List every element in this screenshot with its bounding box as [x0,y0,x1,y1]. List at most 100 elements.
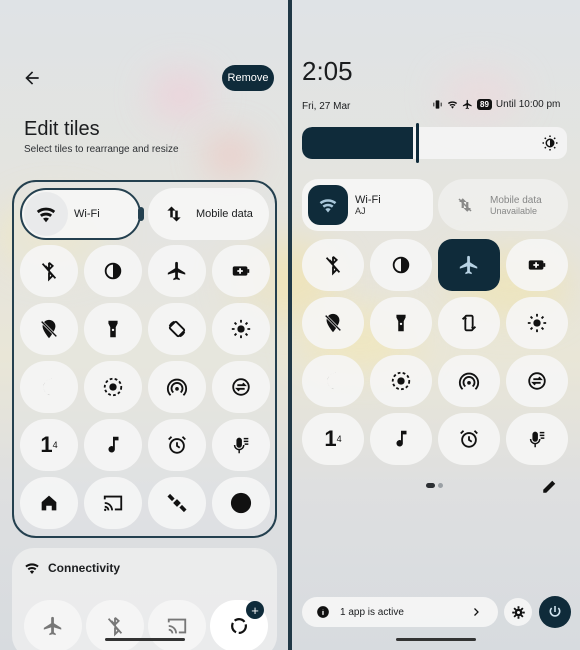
alarm-icon [168,436,186,454]
airplane-icon [43,616,62,636]
qs-hotspot[interactable] [438,355,500,407]
one-handed-sup: 4 [52,440,58,450]
wifi-label: Wi-Fi [74,208,100,220]
tile-auto-rotate[interactable] [148,303,206,355]
rotate-icon [461,314,477,332]
tile-mobile-data[interactable]: Mobile data [148,188,269,240]
tile-home[interactable] [20,477,78,529]
connectivity-header: Connectivity [24,560,120,576]
qs-screen-record[interactable] [370,355,432,407]
music-note-icon [396,430,407,447]
connectivity-label: Connectivity [48,561,121,575]
tile-now-playing[interactable] [84,419,142,471]
power-button[interactable] [539,596,571,628]
mobile-data-label: Mobile data [196,208,253,220]
gesture-bar [105,638,185,641]
qs-mobile-status: Unavailable [490,205,538,216]
qs-battery-saver[interactable] [506,239,568,291]
brightness-thumb[interactable] [416,123,419,163]
cast-icon [167,618,187,634]
avail-tile-airplane[interactable] [24,600,82,650]
qs-live-caption[interactable] [506,413,568,465]
flashlight-icon [396,314,406,332]
qs-wifi-label: Wi-Fi [355,194,381,206]
qs-data-saver[interactable] [506,355,568,407]
qs-airplane-active[interactable] [438,239,500,291]
qs-alarm[interactable] [438,413,500,465]
contrast-icon [104,262,122,280]
edit-pencil-icon[interactable] [541,477,559,495]
qs-mobile-data-tile[interactable]: Mobile data Unavailable [438,179,568,231]
tile-bedtime[interactable] [20,361,78,413]
airplane-icon [459,255,478,275]
data-saver-icon [232,378,250,396]
qs-dark-theme[interactable] [370,239,432,291]
mic-caption-icon [529,431,545,448]
avail-tile-cast[interactable] [148,600,206,650]
active-apps-chip[interactable]: 1 app is active [302,597,498,627]
auto-brightness-icon[interactable] [541,134,559,152]
tile-data-saver[interactable] [212,361,270,413]
wifi-small-icon [25,563,39,574]
moon-icon [43,378,52,396]
wifi-icon-box [308,185,348,225]
hotspot-icon [458,372,480,390]
tile-battery-saver[interactable] [212,245,270,297]
cast-icon [103,495,123,512]
tile-live-caption[interactable] [212,419,270,471]
tile-hotspot[interactable] [148,361,206,413]
tile-flashlight[interactable] [84,303,142,355]
mobile-data-off-icon [458,198,472,212]
tile-one-handed[interactable]: 1 4 [20,419,78,471]
info-icon [317,606,329,618]
tile-brightness[interactable] [212,303,270,355]
status-icons: 89 Until 10:00 pm [432,99,560,110]
avail-tile-bluetooth[interactable] [86,600,144,650]
settings-button[interactable] [504,598,532,626]
resize-handle[interactable] [138,207,144,221]
qs-now-playing[interactable] [370,413,432,465]
qs-bedtime[interactable] [302,355,364,407]
music-note-icon [108,436,119,453]
tile-airplane[interactable] [148,245,206,297]
quick-settings-panel: 2:05 Fri, 27 Mar 89 Until 10:00 pm Wi-Fi… [292,0,580,650]
tile-cast[interactable] [84,477,142,529]
data-saver-icon [528,372,546,390]
tile-bluetooth[interactable] [20,245,78,297]
location-off-icon [324,313,342,333]
qs-mobile-label: Mobile data [490,194,542,206]
qs-brightness[interactable] [506,297,568,349]
qs-auto-rotate[interactable] [438,297,500,349]
brightness-slider[interactable] [302,127,567,159]
remove-button[interactable]: Remove [222,65,274,91]
add-tile-badge[interactable]: + [246,601,264,619]
tile-record[interactable] [212,477,270,529]
brightness-icon [231,319,251,339]
qs-bluetooth[interactable] [302,239,364,291]
flashlight-icon [108,320,118,338]
tile-location[interactable] [20,303,78,355]
qs-one-handed[interactable]: 1 4 [302,413,364,465]
airplane-icon [167,261,186,281]
qs-wifi-tile[interactable]: Wi-Fi AJ [302,179,433,231]
home-icon [41,495,57,511]
moon-icon [327,372,336,390]
tile-alarm[interactable] [148,419,206,471]
tile-satellite[interactable] [148,477,206,529]
gesture-bar [396,638,476,641]
one-handed-number: 1 [40,432,53,457]
alarm-status: Until 10:00 pm [495,99,561,110]
tile-dark-theme[interactable] [84,245,142,297]
screen-record-icon [103,377,123,397]
tile-screen-record[interactable] [84,361,142,413]
page-indicator [426,483,443,488]
page-dot-active [426,483,435,488]
qs-location[interactable] [302,297,364,349]
tile-wifi[interactable]: Wi-Fi [20,188,141,240]
wifi-icon-wrap [24,192,68,236]
qs-flashlight[interactable] [370,297,432,349]
bluetooth-off-icon [41,262,57,282]
satellite-icon [167,493,187,513]
back-arrow-icon[interactable] [22,68,42,88]
one-handed-number: 1 [324,426,337,451]
